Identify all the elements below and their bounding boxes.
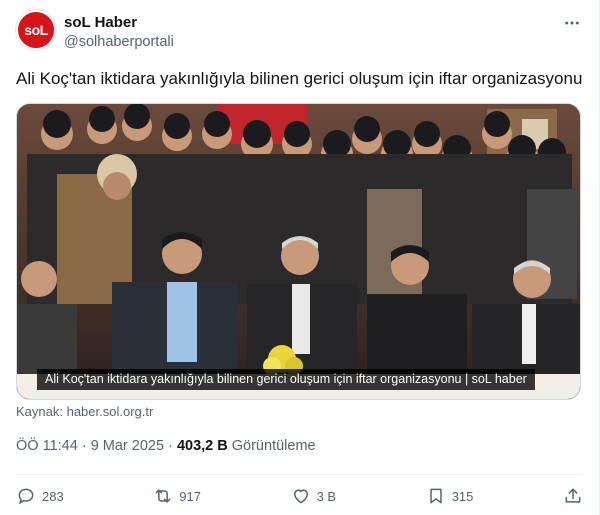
bookmark-count: 315 [451, 488, 474, 504]
tweet-card: soL soL Haber @solhaberportali Ali Koç't… [0, 0, 600, 515]
avatar-text: soL [24, 22, 48, 38]
tweet-photo[interactable]: Ali Koç'tan iktidara yakınlığıyla biline… [16, 103, 581, 400]
more-icon[interactable] [561, 12, 583, 34]
like-count: 3 B [316, 488, 337, 504]
repost-icon [155, 489, 171, 503]
repost-count: 917 [179, 488, 201, 504]
reply-button[interactable]: 283 [16, 486, 64, 506]
tweet-meta: ÖÖ 11:44 · 9 Mar 2025 · 403,2 B Görüntül… [16, 438, 316, 454]
author-handle[interactable]: @solhaberportali [64, 32, 174, 52]
divider [16, 474, 583, 475]
share-button[interactable] [563, 486, 583, 506]
bookmark-button[interactable]: 315 [426, 486, 474, 506]
bookmark-icon [429, 488, 442, 504]
tweet-text: Ali Koç'tan iktidara yakınlığıyla biline… [16, 69, 583, 88]
reply-icon [18, 488, 34, 505]
repost-button[interactable]: 917 [153, 486, 201, 506]
views-count: 403,2 B [176, 438, 228, 454]
tweet-header: soL soL Haber @solhaberportali [16, 10, 583, 56]
meta-separator: · [164, 438, 177, 454]
tweet-date[interactable]: 9 Mar 2025 [91, 438, 164, 454]
reply-count: 283 [42, 488, 64, 504]
meta-separator: · [77, 438, 91, 454]
display-name[interactable]: soL Haber [64, 14, 174, 32]
like-button[interactable]: 3 B [291, 486, 337, 506]
photo-illustration [17, 104, 580, 399]
tweet-time[interactable]: ÖÖ 11:44 [16, 438, 78, 454]
photo-caption: Ali Koç'tan iktidara yakınlığıyla biline… [37, 369, 535, 390]
like-icon [293, 489, 308, 504]
views-label: Görüntüleme [231, 438, 316, 454]
avatar[interactable]: soL [16, 10, 56, 50]
link-source[interactable]: Kaynak: haber.sol.org.tr [16, 404, 153, 419]
share-icon [565, 488, 581, 503]
action-bar: 283 917 3 B 315 [16, 484, 583, 508]
author-names: soL Haber @solhaberportali [64, 14, 174, 52]
